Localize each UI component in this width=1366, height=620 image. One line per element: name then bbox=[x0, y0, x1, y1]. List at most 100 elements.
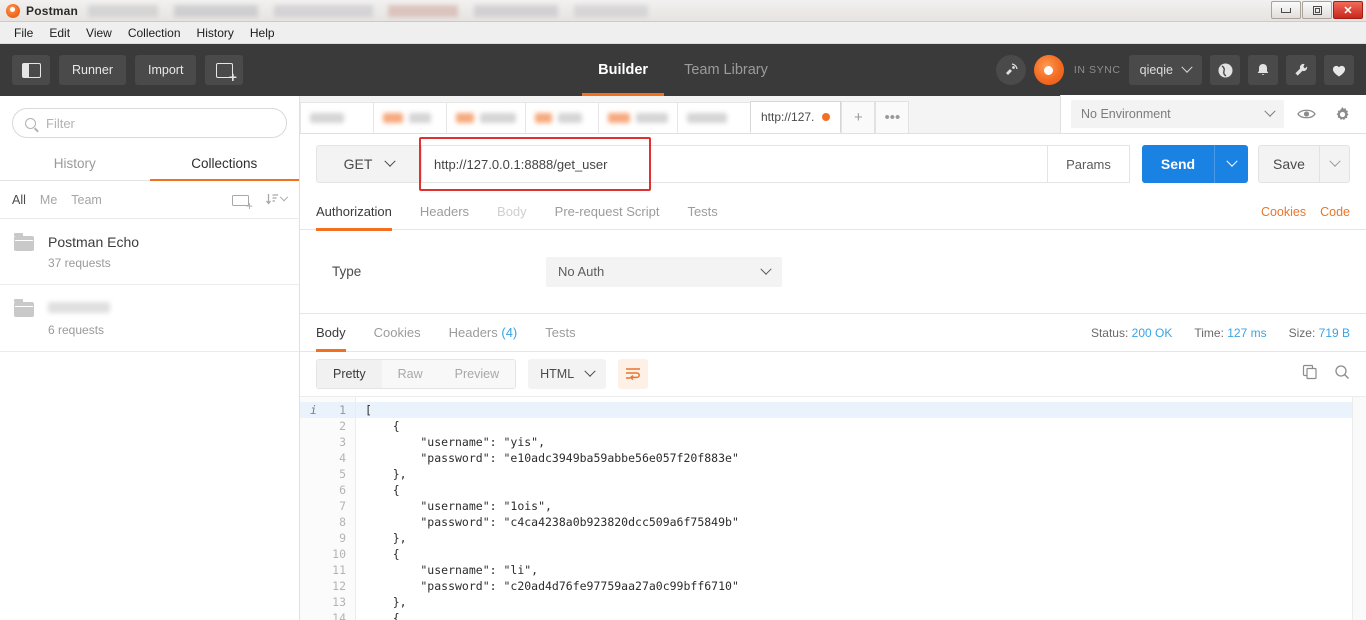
response-body-viewer[interactable]: 1 2 3 4 5 6 7 8 9 10 11 12 13 14 [ { "us… bbox=[300, 396, 1366, 620]
nav-tab-team-library[interactable]: Team Library bbox=[684, 44, 768, 96]
request-tab-active[interactable]: http://127. bbox=[750, 101, 842, 133]
request-tab-hidden[interactable] bbox=[446, 102, 526, 133]
header-left-actions: Runner Import bbox=[0, 55, 244, 85]
collection-item-postman-echo[interactable]: Postman Echo 37 requests bbox=[0, 219, 299, 285]
tab-pre-request-script[interactable]: Pre-request Script bbox=[541, 194, 674, 230]
url-input[interactable]: http://127.0.0.1:8888/get_user bbox=[422, 145, 1048, 183]
sidebar-tab-collections[interactable]: Collections bbox=[149, 146, 300, 181]
code-line: "username": "1ois", bbox=[365, 499, 552, 513]
environment-zone: No Environment bbox=[1060, 95, 1366, 133]
gear-icon bbox=[1336, 106, 1348, 120]
main-area: Filter History Collections All Me Team +… bbox=[0, 95, 1366, 620]
environment-settings-button[interactable] bbox=[1328, 100, 1356, 128]
save-button[interactable]: Save bbox=[1258, 145, 1320, 183]
tab-label-blur bbox=[636, 113, 668, 123]
close-button[interactable]: ✕ bbox=[1333, 1, 1363, 19]
collection-item-redacted[interactable]: 6 requests bbox=[0, 285, 299, 352]
folder-icon bbox=[14, 299, 34, 317]
line-number: 3 bbox=[339, 435, 346, 449]
wrench-button[interactable] bbox=[1286, 55, 1316, 85]
environment-quicklook-button[interactable] bbox=[1292, 100, 1320, 128]
environment-select[interactable]: No Environment bbox=[1071, 100, 1284, 128]
nav-tab-builder[interactable]: Builder bbox=[582, 44, 665, 96]
notifications-button[interactable] bbox=[1248, 55, 1278, 85]
response-body-code[interactable]: [ { "username": "yis", "password": "e10a… bbox=[356, 397, 1366, 620]
auth-type-select[interactable]: No Auth bbox=[546, 256, 782, 287]
tab-tests[interactable]: Tests bbox=[673, 194, 731, 230]
restore-button[interactable] bbox=[1302, 1, 1332, 19]
menu-collection[interactable]: Collection bbox=[120, 24, 189, 42]
collection-name bbox=[48, 302, 110, 313]
request-tab-hidden[interactable] bbox=[373, 102, 447, 133]
scope-filter-me[interactable]: Me bbox=[40, 193, 57, 207]
menu-history[interactable]: History bbox=[189, 24, 242, 42]
runner-button[interactable]: Runner bbox=[59, 55, 126, 85]
view-mode-preview[interactable]: Preview bbox=[438, 360, 516, 388]
menu-help[interactable]: Help bbox=[242, 24, 283, 42]
search-input[interactable]: Filter bbox=[12, 108, 287, 138]
satellite-button[interactable] bbox=[995, 55, 1026, 85]
folder-icon bbox=[14, 233, 34, 251]
code-link[interactable]: Code bbox=[1320, 205, 1350, 219]
minimize-button[interactable] bbox=[1271, 1, 1301, 19]
response-tab-body[interactable]: Body bbox=[316, 315, 360, 352]
menu-view[interactable]: View bbox=[78, 24, 120, 42]
cookies-link[interactable]: Cookies bbox=[1261, 205, 1306, 219]
app-header: Runner Import Builder Team Library IN SY… bbox=[0, 44, 1366, 96]
tab-body[interactable]: Body bbox=[483, 194, 541, 230]
sort-icon[interactable] bbox=[265, 192, 289, 206]
scope-filter-team[interactable]: Team bbox=[71, 193, 102, 207]
copy-button[interactable] bbox=[1302, 364, 1318, 385]
authorization-panel: Type No Auth bbox=[300, 230, 1366, 314]
send-options-button[interactable] bbox=[1214, 145, 1248, 183]
user-name-label: qieqie bbox=[1139, 63, 1173, 77]
panel-scrollbar[interactable] bbox=[1352, 397, 1366, 620]
tab-method-blur bbox=[608, 113, 630, 123]
globe-button[interactable] bbox=[1210, 55, 1240, 85]
line-number: 13 bbox=[332, 595, 346, 609]
send-button[interactable]: Send bbox=[1142, 145, 1214, 183]
code-line: { bbox=[365, 547, 400, 561]
menu-edit[interactable]: Edit bbox=[41, 24, 78, 42]
sort-arrow-icon bbox=[265, 194, 278, 205]
new-folder-icon[interactable] bbox=[232, 193, 253, 212]
status-value: 200 OK bbox=[1131, 325, 1173, 340]
request-tab-hidden[interactable] bbox=[300, 102, 374, 133]
params-button[interactable]: Params bbox=[1048, 145, 1130, 183]
search-body-button[interactable] bbox=[1334, 364, 1350, 385]
request-tab-hidden[interactable] bbox=[525, 102, 599, 133]
request-tab-label: http://127. bbox=[761, 110, 815, 124]
response-format-select[interactable]: HTML bbox=[528, 359, 607, 389]
add-tab-button[interactable]: + bbox=[841, 101, 876, 133]
response-tab-cookies[interactable]: Cookies bbox=[360, 315, 435, 351]
request-tabstrip: http://127. + ••• No Environment bbox=[300, 95, 1366, 134]
header-right-actions: IN SYNC qieqie bbox=[995, 55, 1366, 85]
response-tab-tests[interactable]: Tests bbox=[531, 315, 589, 351]
request-tab-hidden[interactable] bbox=[598, 102, 678, 133]
line-number: 8 bbox=[339, 515, 346, 529]
http-method-select[interactable]: GET bbox=[316, 145, 422, 183]
view-mode-raw[interactable]: Raw bbox=[381, 360, 439, 388]
more-tabs-button[interactable]: ••• bbox=[875, 101, 910, 133]
new-window-button[interactable] bbox=[205, 55, 244, 85]
import-button[interactable]: Import bbox=[135, 55, 197, 85]
chevron-down-icon bbox=[584, 365, 596, 377]
menu-file[interactable]: File bbox=[6, 24, 41, 42]
tab-headers[interactable]: Headers bbox=[406, 194, 483, 230]
view-mode-pretty[interactable]: Pretty bbox=[317, 360, 382, 388]
word-wrap-button[interactable] bbox=[618, 359, 649, 389]
tab-authorization[interactable]: Authorization bbox=[316, 194, 406, 231]
line-number: 2 bbox=[339, 419, 346, 433]
response-headers-count-badge: (4) bbox=[501, 324, 518, 340]
save-options-button[interactable] bbox=[1320, 145, 1350, 183]
sidebar-tab-history[interactable]: History bbox=[0, 146, 150, 180]
request-tab-hidden[interactable] bbox=[677, 102, 751, 133]
scope-filter-all[interactable]: All bbox=[12, 193, 26, 207]
code-line: { bbox=[365, 611, 400, 620]
favorites-button[interactable] bbox=[1324, 55, 1354, 85]
code-line: "password": "e10adc3949ba59abbe56e057f20… bbox=[365, 451, 739, 465]
response-tab-headers[interactable]: Headers (4) bbox=[435, 315, 532, 351]
user-menu-button[interactable]: qieqie bbox=[1128, 55, 1202, 85]
sidebar-toggle-button[interactable] bbox=[12, 55, 50, 85]
http-method-label: GET bbox=[343, 156, 373, 172]
